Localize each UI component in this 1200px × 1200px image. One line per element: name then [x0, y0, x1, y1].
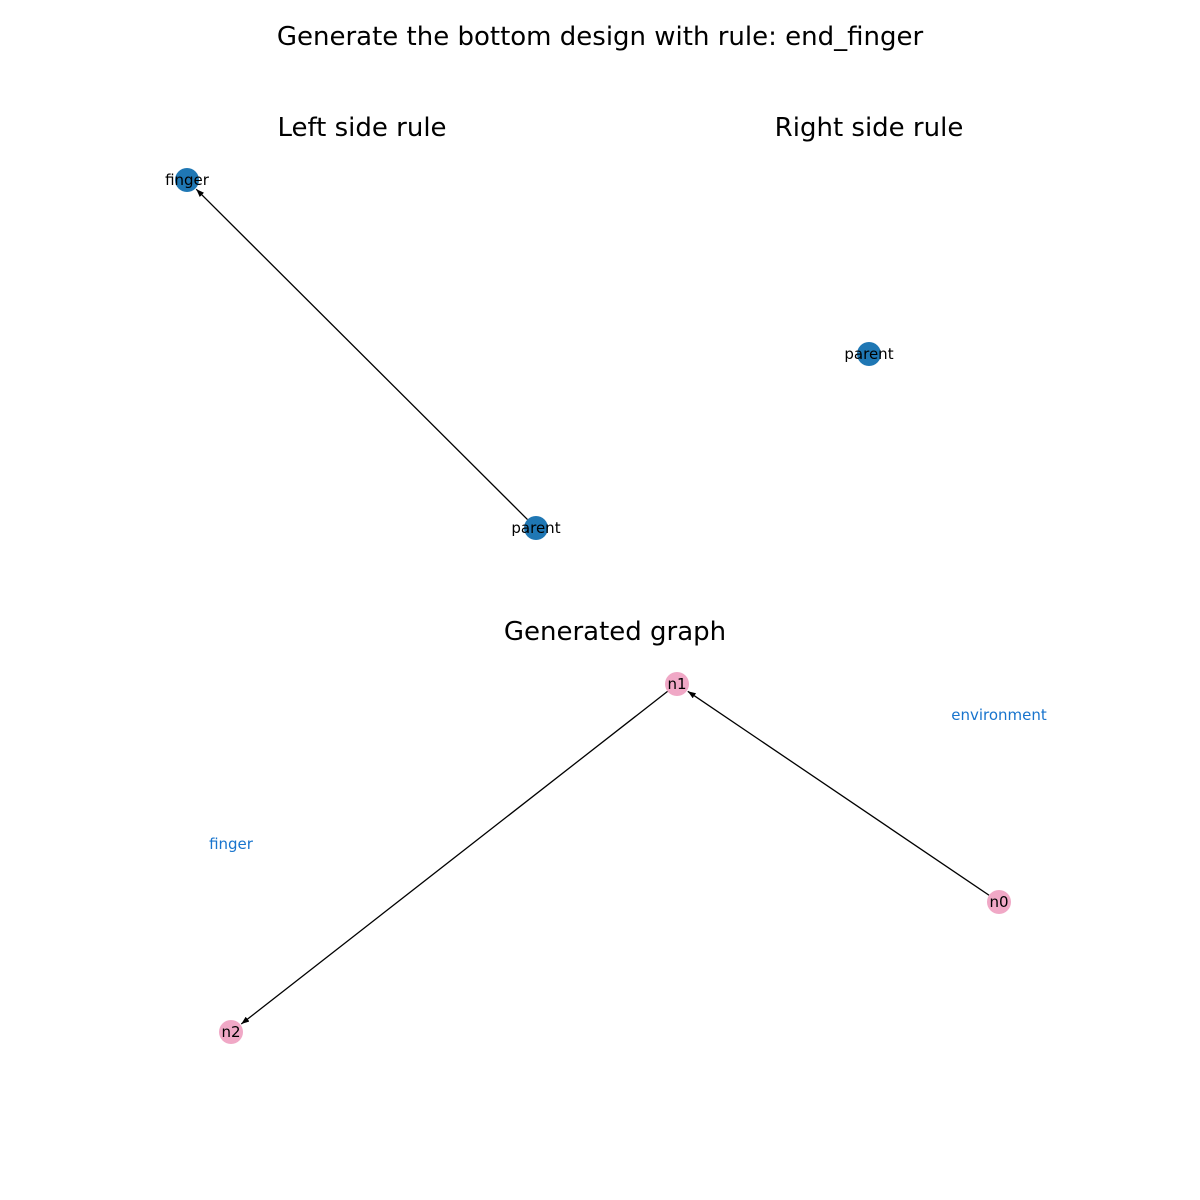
node-label-n2: n2: [221, 1023, 240, 1041]
annotation-environment: environment: [951, 706, 1047, 724]
right-rule-nodes: parent: [844, 342, 894, 366]
edge-n1-to-n2: [240, 690, 668, 1025]
node-label-parent: parent: [844, 345, 893, 363]
node-label-n0: n0: [989, 893, 1008, 911]
right-rule-title: Right side rule: [775, 113, 964, 143]
edge-n0-to-n1: [687, 690, 990, 896]
generated-graph-title: Generated graph: [504, 617, 726, 647]
generated-graph-edges: [240, 690, 990, 1025]
node-n1: n1: [665, 672, 689, 696]
graph-figure: Generate the bottom design with rule: en…: [165, 22, 1047, 1044]
generated-graph-nodes: n1 n0 n2: [219, 672, 1011, 1044]
node-label-parent: parent: [511, 519, 560, 537]
left-rule-panel: Left side rule finger parent: [165, 113, 561, 540]
node-label-finger: finger: [165, 171, 210, 189]
node-finger: finger: [165, 168, 210, 192]
node-n2: n2: [219, 1020, 243, 1044]
node-label-n1: n1: [667, 675, 686, 693]
figure-title: Generate the bottom design with rule: en…: [277, 22, 924, 52]
node-parent: parent: [511, 516, 561, 540]
right-rule-panel: Right side rule parent: [775, 113, 964, 366]
left-rule-nodes: finger parent: [165, 168, 561, 540]
generated-graph-panel: Generated graph n1 n0 n2 environment finger: [209, 617, 1047, 1044]
left-rule-edges: [195, 188, 528, 520]
generated-graph-annotations: environment finger: [209, 706, 1047, 853]
left-rule-title: Left side rule: [277, 113, 446, 143]
node-n0: n0: [987, 890, 1011, 914]
edge-parent-to-finger: [195, 188, 528, 520]
annotation-finger: finger: [209, 835, 254, 853]
node-parent: parent: [844, 342, 894, 366]
